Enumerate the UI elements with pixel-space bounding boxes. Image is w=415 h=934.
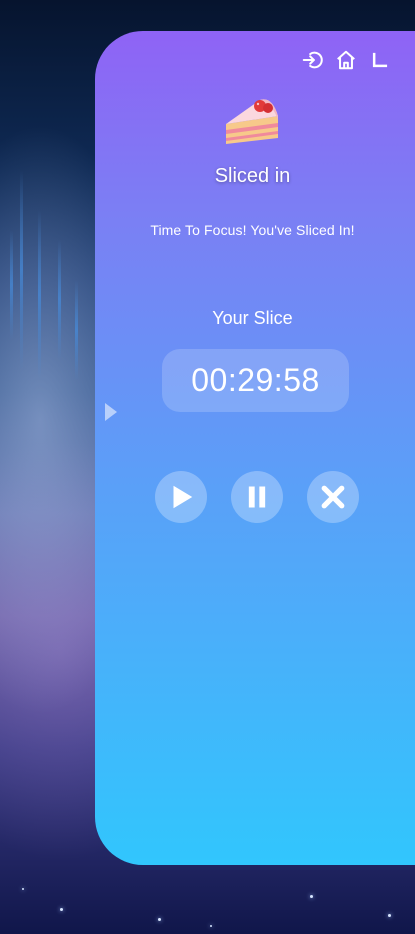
wallpaper-star (22, 888, 24, 890)
wallpaper-streak (75, 280, 78, 380)
wallpaper-star (388, 914, 391, 917)
close-icon (321, 485, 345, 509)
timer-value: 00:29:58 (191, 362, 320, 398)
session-title: Sliced in (214, 165, 291, 187)
session-subtitle: Time To Focus! You've Sliced In! (150, 222, 355, 238)
wallpaper-star (60, 908, 63, 911)
logout-icon[interactable] (300, 48, 324, 72)
wallpaper-streak (10, 230, 13, 340)
focus-panel (95, 31, 415, 865)
timer-display: 00:29:58 (162, 349, 349, 412)
pause-icon (248, 486, 266, 508)
wallpaper-streak (38, 210, 41, 380)
expand-arrow-icon[interactable] (105, 403, 117, 421)
stop-button[interactable] (307, 471, 359, 523)
header-icon-bar (300, 48, 392, 72)
home-icon[interactable] (334, 48, 358, 72)
wallpaper-streak (20, 170, 23, 370)
wallpaper-streak (58, 240, 61, 360)
pause-button[interactable] (231, 471, 283, 523)
wallpaper-star (310, 895, 313, 898)
wallpaper-star (158, 918, 161, 921)
corner-icon[interactable] (368, 48, 392, 72)
wallpaper-star (210, 925, 212, 927)
timer-label: Your Slice (212, 308, 293, 328)
play-button[interactable] (155, 471, 207, 523)
cake-slice-icon (220, 94, 284, 150)
play-icon (173, 485, 193, 509)
